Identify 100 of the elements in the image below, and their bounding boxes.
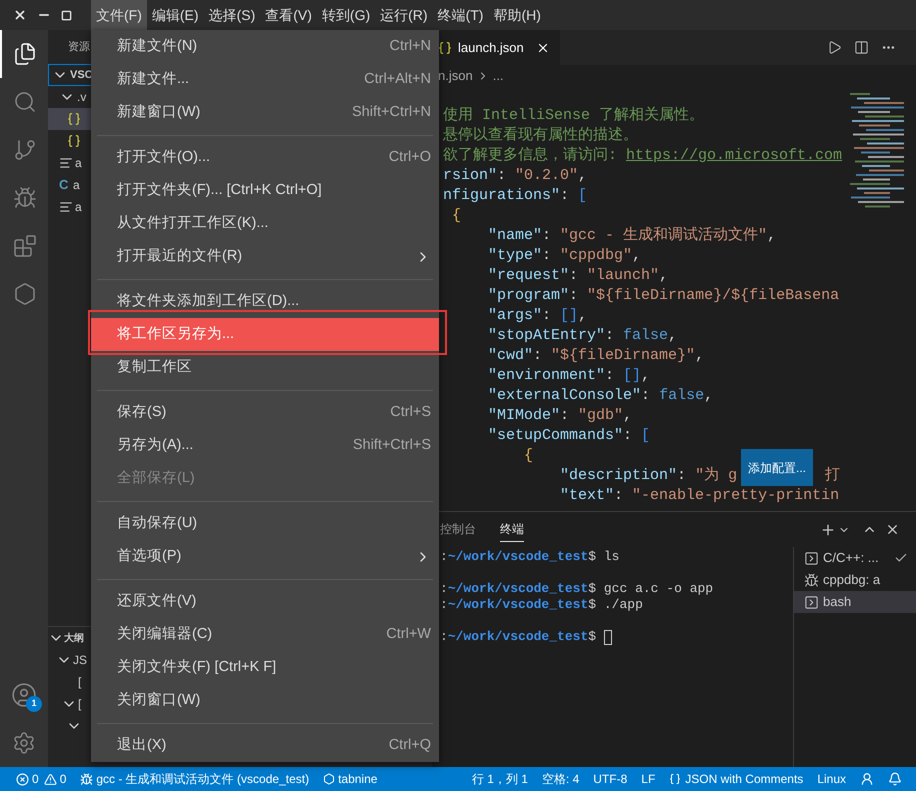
menu-item[interactable]: 关闭窗口(W) [91, 684, 439, 717]
menu-item[interactable]: 关闭编辑器(C) Ctrl+W [91, 618, 439, 651]
code-line: nfigurations": [ [443, 187, 588, 204]
maximize-icon[interactable] [61, 10, 72, 20]
tree-item[interactable]: C a [48, 174, 93, 196]
terminal-list-item[interactable]: bash [794, 591, 916, 613]
launch-config[interactable]: gcc - 生成和调试活动文件 (vscode_test) [96, 770, 310, 788]
os-indicator[interactable]: Linux [817, 770, 846, 788]
sidebar-title: 资源 [68, 40, 90, 55]
menu-item[interactable]: 关闭文件夹(F) [Ctrl+K F] [91, 651, 439, 684]
menu-item[interactable]: 退出(X) Ctrl+Q [91, 729, 439, 762]
status-item[interactable]: LF [641, 770, 656, 788]
code-line: "environment": [], [487, 367, 650, 384]
terminal-line: :~/work/vscode_test$ ls [440, 549, 620, 565]
braces-icon [67, 112, 81, 126]
tree-item[interactable]: a [48, 152, 93, 174]
panel-tab[interactable]: 控制台 [440, 518, 476, 542]
panel-tab[interactable]: 终端 [500, 518, 524, 542]
menu-item[interactable]: 打开文件(O)... Ctrl+O [91, 141, 439, 174]
lines-icon [59, 200, 73, 214]
code-fragment: 打 [825, 466, 840, 486]
menu-item[interactable]: 还原文件(V) [91, 585, 439, 618]
menu-item[interactable]: 自动保存(U) [91, 507, 439, 540]
outline-item[interactable]: [ [48, 693, 89, 715]
outline-header[interactable]: 大纲 [48, 627, 89, 649]
code-line: "MIMode": "gdb", [487, 407, 632, 424]
tabnine-status[interactable]: tabnine [338, 770, 378, 788]
code-line: "name": "gcc - 生成和调试活动文件", [487, 227, 776, 244]
menu-item[interactable]: 将文件夹添加到工作区(D)... [91, 285, 439, 318]
outline-item[interactable]: JS [48, 649, 89, 671]
error-icon[interactable] [16, 772, 29, 786]
branch-icon [13, 138, 37, 162]
breadcrumb-item[interactable]: n.json [438, 66, 473, 86]
debug-icon[interactable] [80, 772, 94, 786]
code-line: "cwd": "${fileDirname}", [487, 347, 704, 364]
menu-item[interactable]: 从文件打开工作区(K)... [91, 207, 439, 240]
braces-icon [438, 40, 452, 54]
code-line: "stopAtEntry": false, [487, 327, 678, 344]
warning-count[interactable]: 0 [60, 770, 66, 788]
tree-item[interactable]: .v [48, 86, 93, 108]
menu-bar-item[interactable]: 查看(V) [260, 0, 317, 30]
menu-item[interactable]: 首选项(P) [91, 540, 439, 573]
code-line: "externalConsole": false, [487, 387, 714, 404]
menu-item[interactable]: 打开最近的文件(R) [91, 240, 439, 273]
run-icon[interactable] [827, 40, 842, 55]
menu-item[interactable]: 复制工作区 [91, 351, 439, 384]
code-line: "description": "为 g [559, 467, 738, 484]
code-line: "request": "launch", [487, 267, 668, 284]
files-icon [13, 42, 37, 66]
error-count[interactable]: 0 [32, 770, 39, 788]
status-item[interactable]: UTF-8 [593, 770, 628, 788]
blocks-icon [13, 234, 37, 258]
code-line: 悬停以查看现有属性的描述。 [443, 127, 638, 144]
terminal-list-item[interactable]: cppdbg: a [794, 569, 916, 591]
braces-icon[interactable] [669, 773, 682, 785]
code-line: "text": "-enable-pretty-printin [559, 487, 840, 504]
menu-item[interactable]: 新建文件... Ctrl+Alt+N [91, 63, 439, 96]
code-line: { [523, 447, 534, 464]
status-item[interactable]: 行 1，列 1 [472, 770, 528, 788]
menu-item[interactable]: 另存为(A)... Shift+Ctrl+S [91, 429, 439, 462]
close-icon[interactable] [885, 522, 900, 537]
status-item[interactable]: 空格: 4 [542, 770, 580, 788]
menu-item[interactable]: 打开文件夹(F)... [Ctrl+K Ctrl+O] [91, 174, 439, 207]
person-icon[interactable] [860, 772, 874, 786]
account-icon [11, 682, 37, 708]
breadcrumb-item[interactable]: ... [492, 66, 504, 86]
menu-bar-item[interactable]: 终端(T) [432, 0, 488, 30]
code-line: "args": [], [487, 307, 588, 324]
new-terminal-icon[interactable] [820, 522, 836, 538]
account-button[interactable]: 1 [0, 671, 48, 719]
warning-icon[interactable] [44, 772, 57, 786]
menu-bar-item[interactable]: 运行(R) [375, 0, 433, 30]
code-line: "program": "${fileDirname}/${fileBasena [487, 287, 840, 304]
menu-bar-item[interactable]: 文件(F) [91, 0, 147, 30]
terminal-list-item[interactable]: C/C++: ... [794, 547, 916, 569]
language-mode[interactable]: JSON with Comments [685, 770, 804, 788]
terminal-line: :~/work/vscode_test$ gcc a.c -o app [440, 581, 714, 597]
code-line: { [451, 207, 462, 224]
menu-item[interactable]: 新建窗口(W) Shift+Ctrl+N [91, 96, 439, 129]
menu-bar-item[interactable]: 帮助(H) [488, 0, 546, 30]
hexagon-icon[interactable] [323, 773, 336, 785]
tree-item[interactable]: a [48, 196, 93, 218]
bell-icon[interactable] [888, 772, 902, 786]
terminal-icon [804, 550, 819, 566]
settings-icon [12, 731, 36, 755]
tree-item[interactable] [48, 108, 93, 130]
close-icon[interactable] [13, 8, 27, 22]
lines-icon [59, 156, 73, 170]
menu-bar-item[interactable]: 选择(S) [204, 0, 260, 30]
menu-bar-item[interactable]: 转到(G) [316, 0, 376, 30]
split-editor-icon[interactable] [854, 40, 869, 55]
menu-item[interactable]: 保存(S) Ctrl+S [91, 396, 439, 429]
menu-bar-item[interactable]: 编辑(E) [146, 0, 204, 30]
add-configuration-button[interactable]: 添加配置... [741, 449, 813, 486]
code-line: "setupCommands": [ [487, 427, 650, 444]
code-line: 欲了解更多信息，请访问: https://go.microsoft.com [443, 147, 842, 164]
search-icon [13, 90, 37, 114]
hexagon-icon [13, 282, 37, 306]
outline-item[interactable]: [ [48, 671, 89, 693]
terminal-icon [804, 594, 819, 610]
